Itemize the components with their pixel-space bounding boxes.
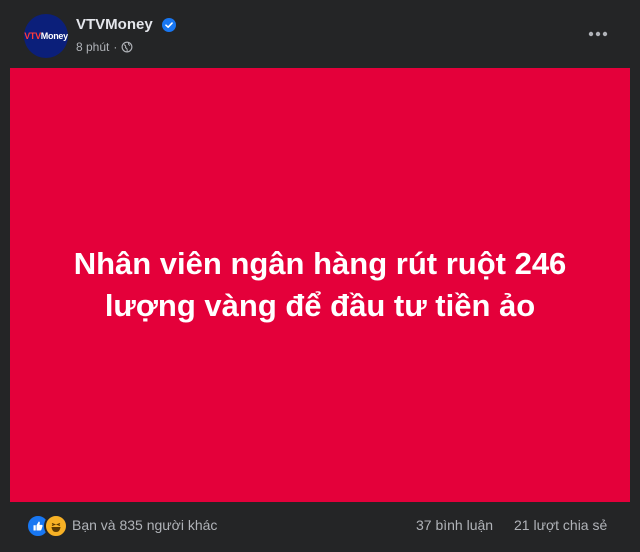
post-meta: 8 phút · xyxy=(76,40,133,54)
haha-icon xyxy=(44,514,68,538)
reactions-summary[interactable]: Bạn và 835 người khác xyxy=(72,517,217,533)
post-timestamp[interactable]: 8 phút xyxy=(76,40,109,54)
post-footer: Bạn và 835 người khác 37 bình luận 21 lư… xyxy=(0,502,640,552)
comments-count[interactable]: 37 bình luận xyxy=(416,517,493,533)
page-avatar[interactable]: VTVMoney xyxy=(24,14,68,58)
post-image-banner[interactable]: Nhân viên ngân hàng rút ruột 246 lượng v… xyxy=(10,68,630,502)
headline-line-1: Nhân viên ngân hàng rút ruột 246 xyxy=(73,246,567,281)
page-name-link[interactable]: VTVMoney xyxy=(76,16,153,33)
more-options-icon xyxy=(588,31,608,37)
shares-count[interactable]: 21 lượt chia sẻ xyxy=(514,517,607,533)
more-options-button[interactable] xyxy=(586,22,610,46)
post-header: VTVMoney VTVMoney 8 phút · xyxy=(0,0,640,68)
avatar-logo-text: VTVMoney xyxy=(24,31,68,41)
headline-line-2: lượng vàng để đầu tư tiền ảo xyxy=(104,288,536,323)
verified-badge-icon xyxy=(162,18,176,32)
globe-icon xyxy=(121,41,133,53)
banner-headline: Nhân viên ngân hàng rút ruột 246 lượng v… xyxy=(40,243,600,327)
reaction-icons[interactable] xyxy=(26,514,68,538)
meta-separator: · xyxy=(113,40,118,54)
